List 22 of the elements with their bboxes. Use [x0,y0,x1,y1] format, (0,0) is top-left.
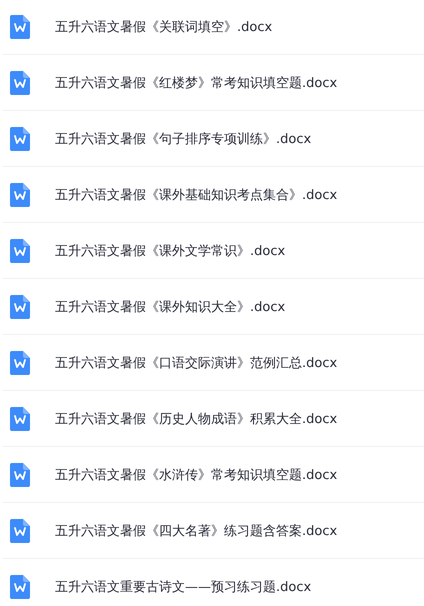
word-file-icon [10,238,30,262]
word-file-icon [10,14,30,38]
word-file-icon [10,574,30,598]
file-name[interactable]: 五升六语文暑假《红楼梦》常考知识填空题.docx [55,74,338,92]
file-name[interactable]: 五升六语文暑假《口语交际演讲》范例汇总.docx [55,354,338,372]
word-file-icon [10,182,30,206]
word-file-icon [10,70,30,94]
file-name[interactable]: 五升六语文暑假《句子排序专项训练》.docx [55,130,312,148]
file-name[interactable]: 五升六语文暑假《历史人物成语》积累大全.docx [55,410,338,428]
file-name[interactable]: 五升六语文暑假《四大名著》练习题含答案.docx [55,522,338,540]
word-file-icon [10,126,30,150]
file-name[interactable]: 五升六语文暑假《水浒传》常考知识填空题.docx [55,466,338,484]
word-file-icon [10,350,30,374]
file-name[interactable]: 五升六语文暑假《关联词填空》.docx [55,18,272,36]
file-name[interactable]: 五升六语文暑假《课外知识大全》.docx [55,298,286,316]
file-name[interactable]: 五升六语文重要古诗文——预习练习题.docx [55,578,312,596]
word-file-icon [10,462,30,486]
word-file-icon [10,406,30,430]
file-name[interactable]: 五升六语文暑假《课外基础知识考点集合》.docx [55,186,338,204]
file-name[interactable]: 五升六语文暑假《课外文学常识》.docx [55,242,286,260]
word-file-icon [10,518,30,542]
word-file-icon [10,294,30,318]
